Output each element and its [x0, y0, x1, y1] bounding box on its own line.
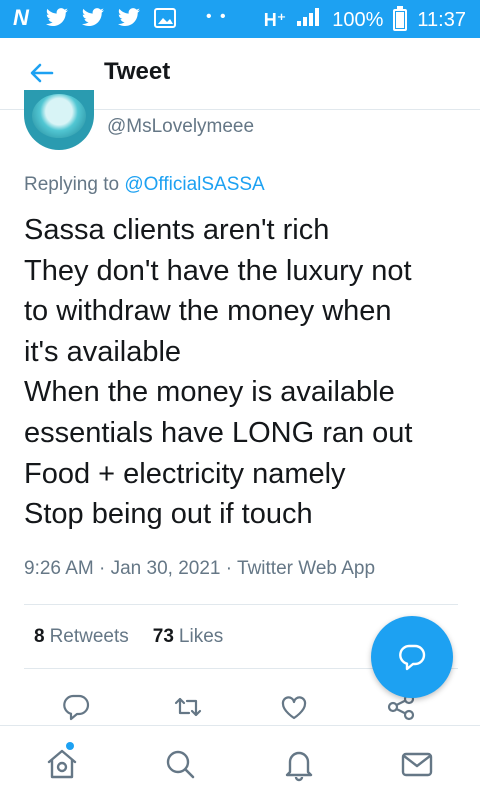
status-bar: N • • H⁺ 100% 11:37 — [0, 0, 480, 38]
twitter-bird-icon — [80, 6, 106, 30]
status-bar-system: H⁺ 100% 11:37 — [263, 6, 466, 33]
tweet-line: They don't have the luxury not — [24, 254, 412, 287]
clock: 11:37 — [417, 8, 466, 31]
unread-dot — [66, 742, 74, 750]
retweet-icon[interactable] — [173, 692, 203, 722]
network-type: H⁺ — [263, 9, 287, 30]
twitter-bird-icon — [44, 6, 70, 30]
search-icon[interactable] — [162, 746, 198, 782]
tweet-line: essentials have LONG ran out — [24, 416, 413, 449]
tweet-date: Jan 30, 2021 — [110, 558, 221, 579]
tweet-time: 9:26 AM — [24, 558, 94, 579]
meta-separator: · — [93, 558, 111, 579]
replying-prefix: Replying to — [24, 174, 125, 195]
notifications-icon[interactable] — [281, 746, 317, 782]
likes-count: 73 — [152, 626, 174, 647]
battery-icon — [393, 6, 408, 31]
tweet-source[interactable]: Twitter Web App — [237, 558, 375, 579]
replying-to: Replying to @OfficialSASSA — [24, 174, 265, 196]
home-icon[interactable] — [44, 746, 80, 782]
meta-separator: · — [220, 558, 238, 579]
back-arrow-icon[interactable] — [26, 58, 56, 88]
messages-icon[interactable] — [399, 746, 435, 782]
tweet-line: Sassa clients aren't rich — [24, 214, 330, 246]
divider — [24, 604, 458, 605]
compose-reply-icon — [399, 644, 426, 671]
tweet-line: to withdraw the money when — [24, 295, 392, 328]
retweets-stat[interactable]: 8 Retweets — [34, 626, 129, 648]
gallery-icon — [152, 6, 178, 30]
tweet-line: Stop being out if touch — [24, 498, 313, 531]
tweet-text: Sassa clients aren't rich They don't hav… — [24, 210, 464, 535]
app-n-icon: N — [13, 5, 29, 30]
retweets-label: Retweets — [49, 626, 129, 647]
more-notifications-icon: • • — [206, 8, 228, 25]
tweet-line: it's available — [24, 335, 182, 368]
avatar[interactable] — [24, 90, 94, 150]
bottom-navigation — [0, 725, 480, 800]
tweet-line: When the money is available — [24, 376, 395, 409]
status-bar-notifications: N — [8, 5, 178, 30]
likes-label: Likes — [178, 626, 224, 647]
battery-percent: 100% — [332, 8, 384, 31]
reply-icon[interactable] — [61, 692, 91, 722]
author-handle[interactable]: @MsLovelymeee — [107, 116, 254, 138]
signal-icon — [296, 7, 322, 33]
page-title: Tweet — [104, 58, 171, 85]
twitter-bird-icon — [116, 6, 142, 30]
tweet-line: Food + electricity namely — [24, 457, 346, 490]
replying-mention-link[interactable]: @OfficialSASSA — [124, 174, 264, 195]
tweet-stats: 8 Retweets 73 Likes — [34, 626, 223, 648]
like-icon[interactable] — [279, 692, 309, 722]
tweet-meta: 9:26 AM · Jan 30, 2021 · Twitter Web App — [24, 558, 375, 580]
retweets-count: 8 — [34, 626, 45, 647]
likes-stat[interactable]: 73 Likes — [153, 626, 224, 648]
compose-reply-button[interactable] — [371, 616, 453, 698]
